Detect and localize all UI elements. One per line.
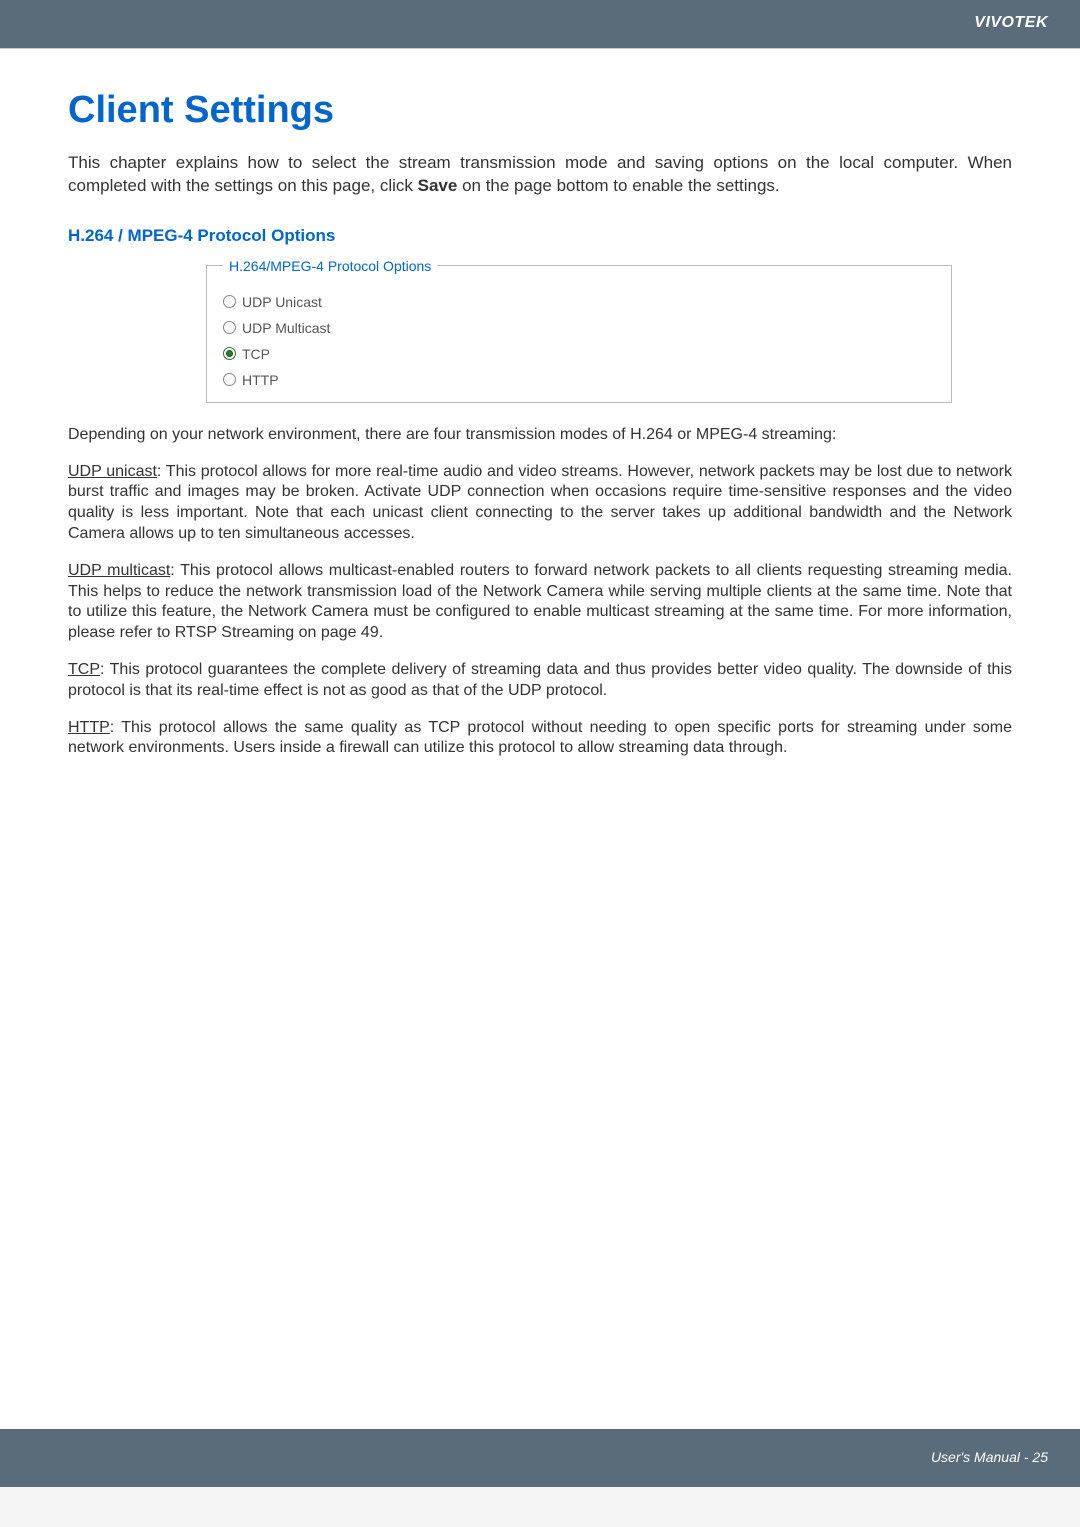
radio-label: UDP Multicast [242,320,330,336]
radio-label: TCP [242,346,270,362]
radio-label: UDP Unicast [242,294,322,310]
radio-icon [223,321,236,334]
header-bar: VIVOTEK [0,0,1080,48]
protocol-text-http: : This protocol allows the same quality … [68,719,1012,757]
paragraph-depending: Depending on your network environment, t… [68,425,1012,446]
protocol-label-http: HTTP [68,719,110,736]
paragraph-udp-multicast: UDP multicast: This protocol allows mult… [68,561,1012,644]
radio-icon [223,295,236,308]
radio-http[interactable]: HTTP [223,372,935,388]
brand-logo: VIVOTEK [974,14,1048,32]
radio-udp-unicast[interactable]: UDP Unicast [223,294,935,310]
paragraph-udp-unicast: UDP unicast: This protocol allows for mo… [68,462,1012,545]
radio-label: HTTP [242,372,279,388]
protocol-text-udp-unicast: : This protocol allows for more real-tim… [68,463,1012,542]
paragraph-http: HTTP: This protocol allows the same qual… [68,718,1012,760]
footer-text: User's Manual - 25 [931,1449,1048,1465]
protocol-label-tcp: TCP [68,661,100,678]
radio-udp-multicast[interactable]: UDP Multicast [223,320,935,336]
protocol-text-tcp: : This protocol guarantees the complete … [68,661,1012,699]
radio-icon [223,373,236,386]
protocol-options-fieldset: H.264/MPEG-4 Protocol Options UDP Unicas… [206,258,952,403]
protocol-label-udp-unicast: UDP unicast [68,463,157,480]
fieldset-legend: H.264/MPEG-4 Protocol Options [223,258,437,274]
footer-bar: User's Manual - 25 [0,1429,1080,1487]
section-subtitle: H.264 / MPEG-4 Protocol Options [68,226,1012,246]
page-title: Client Settings [68,89,1012,132]
protocol-text-udp-multicast: : This protocol allows multicast-enabled… [68,562,1012,641]
page-wrapper: VIVOTEK Client Settings This chapter exp… [0,0,1080,1487]
intro-bold: Save [418,176,458,195]
content-area: Client Settings This chapter explains ho… [0,49,1080,1429]
paragraph-tcp: TCP: This protocol guarantees the comple… [68,660,1012,702]
radio-tcp[interactable]: TCP [223,346,935,362]
radio-icon-selected [223,347,236,360]
fieldset-wrap: H.264/MPEG-4 Protocol Options UDP Unicas… [206,258,952,403]
protocol-label-udp-multicast: UDP multicast [68,562,170,579]
intro-post: on the page bottom to enable the setting… [457,176,779,195]
intro-paragraph: This chapter explains how to select the … [68,152,1012,198]
